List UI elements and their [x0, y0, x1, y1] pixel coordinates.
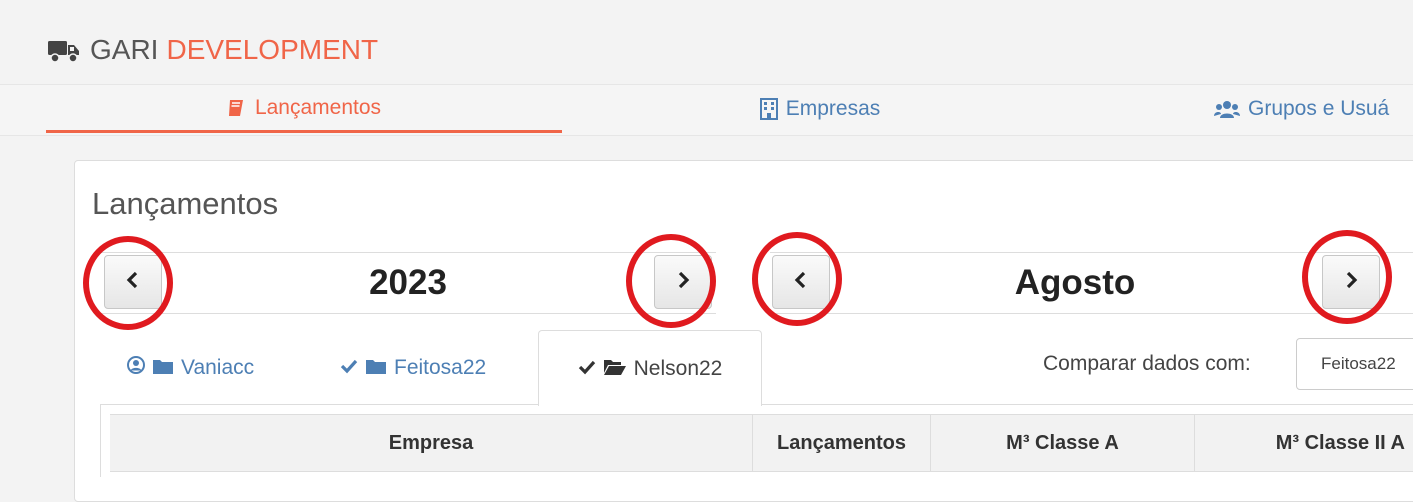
subtab-nelson22[interactable]: Nelson22	[538, 330, 762, 406]
compare-select[interactable]: Feitosa22	[1296, 338, 1413, 390]
compare-label: Comparar dados com:	[1043, 352, 1251, 375]
brand-name: GARI	[90, 34, 159, 65]
folder-icon	[366, 356, 386, 380]
chevron-right-icon	[676, 271, 690, 294]
nav-tab-lancamentos[interactable]: Lançamentos	[46, 85, 562, 133]
column-header-m3-classe-ii-a[interactable]: M³ Classe II A	[1195, 415, 1413, 471]
year-value: 2023	[369, 263, 447, 302]
folder-icon	[153, 356, 173, 380]
next-month-button[interactable]	[1322, 255, 1380, 309]
subtab-label: Nelson22	[633, 356, 723, 380]
column-header-lancamentos[interactable]: Lançamentos	[753, 415, 931, 471]
nav-tab-grupos-usuarios[interactable]: Grupos e Usuá	[1214, 85, 1413, 133]
nav-tab-label: Lançamentos	[254, 95, 382, 119]
month-value: Agosto	[1014, 263, 1136, 302]
building-icon	[759, 98, 778, 120]
subtab-feitosa22[interactable]: Feitosa22	[340, 330, 486, 406]
next-year-button[interactable]	[654, 255, 712, 309]
prev-year-button[interactable]	[104, 255, 162, 309]
column-header-m3-classe-a[interactable]: M³ Classe A	[931, 415, 1195, 471]
prev-month-button[interactable]	[772, 255, 830, 309]
book-icon	[227, 98, 247, 118]
subtab-vaniacc[interactable]: Vaniacc	[127, 330, 254, 406]
check-icon	[578, 357, 596, 381]
column-header-empresa[interactable]: Empresa	[110, 415, 753, 471]
users-icon	[1214, 99, 1240, 119]
brand-suffix: DEVELOPMENT	[166, 34, 379, 65]
table-header-row: Empresa Lançamentos M³ Classe A M³ Class…	[110, 414, 1413, 472]
chevron-left-icon	[126, 271, 140, 294]
subtab-label: Vaniacc	[181, 356, 255, 379]
main-navbar: Lançamentos Empresas Grupos e Usuá	[0, 84, 1413, 136]
nav-tab-label: Empresas	[785, 97, 881, 120]
subtab-label: Feitosa22	[394, 356, 487, 379]
chevron-right-icon	[1344, 271, 1358, 294]
brand[interactable]: GARI DEVELOPMENT	[48, 30, 378, 70]
truck-icon	[48, 38, 80, 63]
folder-open-icon	[603, 357, 626, 381]
month-stepper: Agosto	[770, 252, 1413, 314]
chevron-left-icon	[794, 271, 808, 294]
year-stepper: 2023	[100, 252, 716, 314]
user-circle-icon	[127, 356, 145, 380]
page-title: Lançamentos	[92, 186, 279, 221]
nav-tab-empresas[interactable]: Empresas	[562, 85, 1078, 133]
check-icon	[340, 356, 358, 380]
nav-tab-label: Grupos e Usuá	[1248, 97, 1390, 120]
